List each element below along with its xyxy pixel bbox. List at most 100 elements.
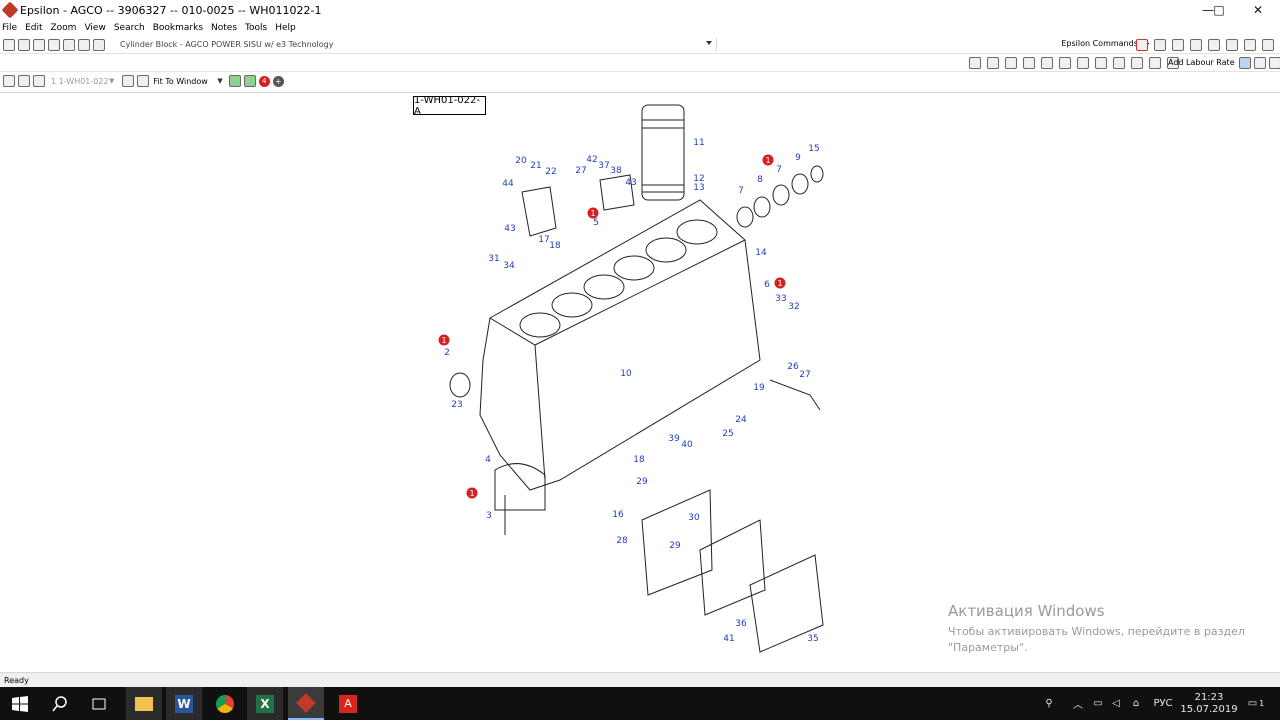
bushing-8 (753, 196, 771, 218)
windows-logo-icon (12, 695, 28, 712)
callout-43-2[interactable]: 43 (504, 224, 515, 234)
callout-27-2[interactable]: 27 (799, 370, 810, 380)
callout-8[interactable]: 8 (757, 175, 763, 185)
people-icon[interactable]: ⚲ (1040, 687, 1058, 720)
note-flag-2[interactable]: 1 (587, 207, 599, 219)
callout-7[interactable]: 7 (738, 186, 744, 196)
volume-icon[interactable]: ◁ (1108, 687, 1124, 720)
callout-19[interactable]: 19 (753, 383, 765, 393)
bearing-cap-4 (494, 463, 546, 511)
activation-heading: Активация Windows (948, 602, 1105, 620)
callout-36[interactable]: 36 (735, 619, 747, 629)
callout-32[interactable]: 32 (788, 302, 799, 312)
callout-29[interactable]: 29 (636, 477, 648, 487)
clock-date: 15.07.2019 (1180, 703, 1238, 715)
note-flag-label: 1 (469, 489, 474, 498)
start-button[interactable] (2, 687, 38, 720)
taskbar-excel[interactable]: X (247, 687, 283, 720)
callout-28[interactable]: 28 (616, 536, 628, 546)
callout-37[interactable]: 37 (598, 161, 609, 171)
callout-29-2[interactable]: 29 (669, 541, 681, 551)
callout-11[interactable]: 11 (693, 138, 704, 148)
callout-21[interactable]: 21 (530, 161, 541, 171)
pipe-26 (769, 379, 821, 411)
note-flag-4[interactable]: 1 (438, 334, 450, 346)
epsilon-app-icon (296, 692, 316, 713)
activation-line-1: Чтобы активировать Windows, перейдите в … (948, 625, 1245, 638)
note-flags: 1 1 1 1 1 (438, 154, 786, 499)
callout-24[interactable]: 24 (735, 415, 747, 425)
windows-activation-watermark: Активация Windows Чтобы активировать Win… (948, 602, 1245, 656)
note-flag-5[interactable]: 1 (466, 487, 478, 499)
taskbar-epsilon[interactable] (288, 687, 324, 720)
callout-22[interactable]: 22 (545, 167, 556, 177)
note-flag-label: 1 (777, 279, 782, 288)
callout-18-2[interactable]: 18 (633, 455, 645, 465)
callout-13[interactable]: 13 (693, 183, 704, 193)
network-icon[interactable]: ⌂ (1128, 687, 1144, 720)
callout-3[interactable]: 3 (486, 511, 492, 521)
callout-14[interactable]: 14 (755, 248, 767, 258)
callout-10[interactable]: 10 (620, 369, 632, 379)
cylinder-bore-1 (519, 312, 561, 338)
callout-18[interactable]: 18 (549, 241, 561, 251)
callout-7-2[interactable]: 7 (776, 165, 782, 175)
taskbar-chrome[interactable] (207, 687, 243, 720)
block-deck-edge (489, 239, 746, 346)
callout-33[interactable]: 33 (775, 294, 786, 304)
ecu-unit (699, 519, 766, 616)
chrome-icon (216, 694, 234, 713)
battery-icon[interactable]: ▭ (1090, 687, 1106, 720)
callout-26[interactable]: 26 (787, 362, 799, 372)
bushing-7b (772, 184, 790, 206)
cylinder-bore-3 (583, 274, 625, 300)
callout-15[interactable]: 15 (808, 144, 819, 154)
callout-17[interactable]: 17 (538, 235, 549, 245)
callout-9[interactable]: 9 (795, 153, 801, 163)
callout-30[interactable]: 30 (688, 513, 700, 523)
callout-44[interactable]: 44 (502, 179, 514, 189)
taskbar-word[interactable]: W (166, 687, 202, 720)
taskbar-acrobat[interactable]: A (330, 687, 366, 720)
task-view-button[interactable] (81, 687, 117, 720)
callout-34[interactable]: 34 (503, 261, 515, 271)
callout-39[interactable]: 39 (668, 434, 680, 444)
search-icon (52, 695, 67, 711)
callout-38[interactable]: 38 (610, 166, 622, 176)
pdf-icon: A (339, 694, 357, 713)
callout-4[interactable]: 4 (485, 455, 491, 465)
status-bar: Ready (0, 672, 1280, 687)
note-flag-3[interactable]: 1 (774, 277, 786, 289)
callout-43[interactable]: 43 (625, 178, 636, 188)
language-indicator[interactable]: РУС (1150, 687, 1176, 720)
cylinder-liner (641, 104, 685, 201)
callout-35[interactable]: 35 (807, 634, 818, 644)
callout-41[interactable]: 41 (723, 634, 734, 644)
callout-31[interactable]: 31 (488, 254, 499, 264)
show-hidden-icons[interactable]: ︿ (1070, 687, 1086, 720)
callout-16[interactable]: 16 (612, 510, 624, 520)
callout-2[interactable]: 2 (444, 348, 450, 358)
callout-25[interactable]: 25 (722, 429, 733, 439)
task-view-icon (92, 698, 106, 709)
taskbar-file-explorer[interactable] (126, 687, 162, 720)
note-flag-1[interactable]: 1 (762, 154, 774, 166)
clock[interactable]: 21:23 15.07.2019 (1180, 687, 1237, 720)
word-icon: W (175, 694, 193, 713)
bushing-9 (791, 173, 809, 195)
seal-15 (810, 165, 824, 183)
search-button[interactable] (42, 687, 78, 720)
callout-23[interactable]: 23 (451, 400, 462, 410)
callout-40[interactable]: 40 (681, 440, 693, 450)
callout-27[interactable]: 27 (575, 166, 586, 176)
callout-6[interactable]: 6 (764, 280, 770, 290)
callout-5[interactable]: 5 (593, 218, 599, 228)
folder-icon (135, 696, 153, 711)
callout-20[interactable]: 20 (515, 156, 527, 166)
note-flag-label: 1 (441, 336, 446, 345)
notification-icon: ▭ (1247, 698, 1258, 709)
callout-42[interactable]: 42 (586, 155, 597, 165)
cover-22 (521, 186, 557, 237)
notification-center-button[interactable]: ▭ 1 (1244, 687, 1268, 720)
bushing-7 (736, 206, 754, 228)
